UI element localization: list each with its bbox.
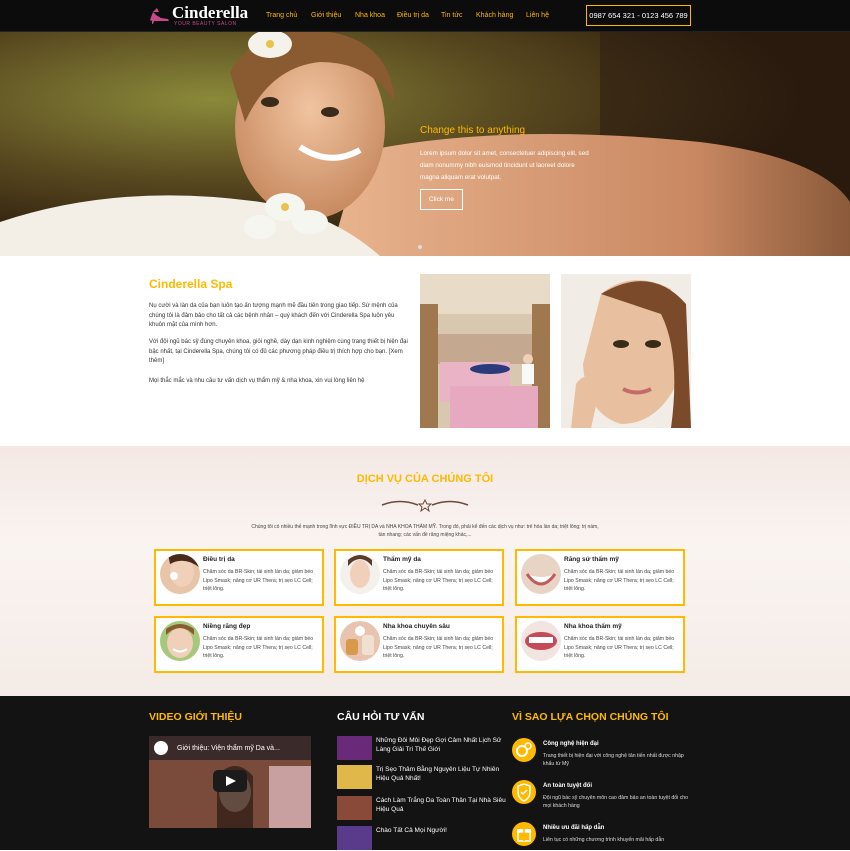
- why-item-desc: Đội ngũ bác sỹ chuyên môn cao đảm bảo an…: [543, 795, 689, 809]
- faq-thumbnail: [337, 765, 372, 789]
- video-title: Giới thiệu: Viện thẩm mỹ Da và...: [177, 745, 280, 752]
- menu-news[interactable]: Tin tức: [441, 12, 476, 19]
- service-card-cosmetic-skin[interactable]: Thẩm mỹ da Chăm sóc da BR-Skin; tái sinh…: [334, 549, 504, 606]
- top-nav: Cinderella YOUR BEAUTY SALON Trang chủ G…: [0, 0, 850, 32]
- logo[interactable]: Cinderella YOUR BEAUTY SALON: [148, 3, 248, 29]
- intro-video[interactable]: Giới thiệu: Viện thẩm mỹ Da và...: [149, 736, 311, 828]
- service-image: [521, 554, 561, 594]
- service-desc: Chăm sóc da BR-Skin; tái sinh làn da; gi…: [383, 569, 494, 593]
- faq-heading: CÂU HỎI TƯ VẤN: [337, 711, 425, 723]
- faq-item[interactable]: Cách Làm Trắng Da Toàn Thân Tại Nhà Siêu…: [337, 796, 507, 820]
- play-button[interactable]: [213, 770, 247, 792]
- why-item-title: Công nghệ hiện đại: [543, 741, 599, 747]
- footer: VIDEO GIỚI THIỆU Giới thiệu: Viện thẩm m…: [0, 696, 850, 850]
- service-card-porcelain-teeth[interactable]: Răng sứ thẩm mỹ Chăm sóc da BR-Skin; tái…: [515, 549, 685, 606]
- about-paragraph-3: Mọi thắc mắc và nhu cầu tư vấn dịch vụ t…: [149, 378, 365, 384]
- about-paragraph-1: Nụ cười và làn da của bạn luôn tạo ấn tư…: [149, 303, 398, 328]
- gears-icon: [512, 738, 536, 762]
- service-desc: Chăm sóc da BR-Skin; tái sinh làn da; gi…: [203, 569, 314, 593]
- hero-title: Change this to anything: [420, 125, 526, 136]
- why-item-desc: Liên tục có những chương trình khuyến mã…: [543, 837, 665, 843]
- menu-contact[interactable]: Liên hệ: [526, 12, 566, 19]
- faq-item[interactable]: Những Đôi Môi Đẹp Gợi Cảm Nhất Lịch Sử L…: [337, 736, 507, 760]
- menu-dentistry[interactable]: Nha khoa: [355, 12, 397, 19]
- service-card-braces[interactable]: Niềng răng đẹp Chăm sóc da BR-Skin; tái …: [154, 616, 324, 673]
- service-title: Răng sứ thẩm mỹ: [564, 556, 619, 563]
- service-desc: Chăm sóc da BR-Skin; tái sinh làn da; gi…: [203, 636, 314, 660]
- about-title: Cinderella Spa: [149, 277, 233, 291]
- service-image: [160, 554, 200, 594]
- menu-about[interactable]: Giới thiệu: [311, 12, 355, 19]
- gift-icon: [512, 822, 536, 846]
- service-desc: Chăm sóc da BR-Skin; tái sinh làn da; gi…: [564, 636, 675, 660]
- faq-thumbnail: [337, 826, 372, 850]
- service-title: Thẩm mỹ da: [383, 556, 421, 563]
- spa-room-image: [420, 274, 550, 428]
- faq-item-title[interactable]: Cách Làm Trắng Da Toàn Thân Tại Nhà Siêu…: [376, 796, 506, 814]
- hero-image: [0, 32, 850, 256]
- service-title: Điều trị da: [203, 556, 235, 563]
- service-title: Nha khoa chuyên sâu: [383, 623, 450, 630]
- hero-text: Lorem ipsum dolor sit amet, consectetuer…: [420, 150, 589, 181]
- main-menu: Trang chủ Giới thiệu Nha khoa Điều trị d…: [266, 12, 566, 19]
- high-heel-icon: [150, 8, 169, 24]
- service-card-advanced-dentistry[interactable]: Nha khoa chuyên sâu Chăm sóc da BR-Skin;…: [334, 616, 504, 673]
- service-image: [521, 621, 561, 661]
- services-section: DỊCH VỤ CỦA CHÚNG TÔI Chúng tôi có nhiều…: [0, 446, 850, 696]
- menu-skin-treatment[interactable]: Điều trị da: [397, 12, 441, 19]
- about-paragraph-2: Với đội ngũ bác sỹ đúng chuyên khoa, giỏ…: [149, 339, 408, 364]
- why-item-title: Nhiều ưu đãi hấp dẫn: [543, 825, 605, 831]
- faq-item[interactable]: Trị Sẹo Thâm Bằng Nguyên Liệu Tự Nhiên H…: [337, 765, 507, 789]
- services-title: DỊCH VỤ CỦA CHÚNG TÔI: [356, 473, 494, 485]
- hero-slider: Change this to anything Lorem ipsum dolo…: [0, 32, 850, 256]
- hero-cta-button[interactable]: Click me: [420, 189, 463, 210]
- services-intro: Chúng tôi có nhiều thế mạnh trong lĩnh v…: [251, 524, 599, 538]
- service-image: [340, 621, 380, 661]
- video-heading: VIDEO GIỚI THIỆU: [149, 711, 242, 723]
- logo-name: Cinderella: [172, 3, 249, 22]
- faq-item[interactable]: Chào Tất Cả Mọi Người!: [337, 826, 507, 850]
- why-item-title: An toàn tuyệt đối: [543, 783, 592, 789]
- menu-customers[interactable]: Khách hàng: [476, 12, 526, 19]
- menu-home[interactable]: Trang chủ: [266, 12, 311, 19]
- play-icon: [226, 776, 236, 786]
- faq-thumbnail: [337, 736, 372, 760]
- why-item-desc: Trang thiết bị hiện đại với công nghệ tâ…: [543, 753, 684, 767]
- skin-care-model-image: [561, 274, 691, 428]
- why-heading: VÌ SAO LỰA CHỌN CHÚNG TÔI: [512, 711, 669, 723]
- shield-check-icon: [512, 780, 536, 804]
- faq-item-title[interactable]: Những Đôi Môi Đẹp Gợi Cảm Nhất Lịch Sử L…: [376, 736, 506, 754]
- hotline-box[interactable]: 0987 654 321 - 0123 456 789: [586, 5, 691, 26]
- faq-item-title[interactable]: Trị Sẹo Thâm Bằng Nguyên Liệu Tự Nhiên H…: [376, 765, 506, 783]
- faq-item-title[interactable]: Chào Tất Cả Mọi Người!: [376, 826, 506, 835]
- service-desc: Chăm sóc da BR-Skin; tái sinh làn da; gi…: [383, 636, 494, 660]
- service-desc: Chăm sóc da BR-Skin; tái sinh làn da; gi…: [564, 569, 675, 593]
- logo-tagline: YOUR BEAUTY SALON: [174, 21, 237, 27]
- slider-dot[interactable]: [418, 245, 422, 249]
- faq-thumbnail: [337, 796, 372, 820]
- service-title: Niềng răng đẹp: [203, 623, 251, 630]
- service-card-skin-treatment[interactable]: Điều trị da Chăm sóc da BR-Skin; tái sin…: [154, 549, 324, 606]
- about-section: Cinderella Spa Nụ cười và làn da của bạn…: [0, 256, 850, 446]
- service-image: [340, 554, 380, 594]
- ornament-divider-icon: [381, 498, 469, 512]
- service-image: [160, 621, 200, 661]
- service-card-cosmetic-dentistry[interactable]: Nha khoa thẩm mỹ Chăm sóc da BR-Skin; tá…: [515, 616, 685, 673]
- service-title: Nha khoa thẩm mỹ: [564, 623, 622, 630]
